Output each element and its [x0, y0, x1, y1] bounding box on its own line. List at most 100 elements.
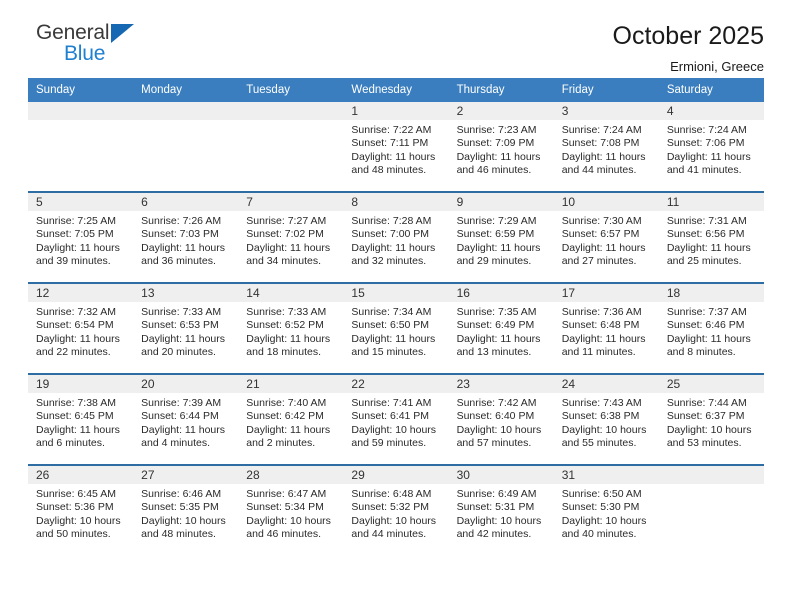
day-details: Sunrise: 7:23 AM Sunset: 7:09 PM Daylight:…	[449, 120, 554, 178]
daylight-text-line1: Daylight: 11 hours	[351, 332, 436, 345]
sunrise-text: Sunrise: 7:31 AM	[666, 215, 747, 227]
calendar-day-cell[interactable]: 27 Sunrise: 6:46 AM Sunset: 5:35 PM Dayligh…	[133, 464, 239, 555]
daylight-text-line2: and 29 minutes.	[456, 255, 532, 268]
daylight-text-line1: Daylight: 11 hours	[351, 241, 436, 254]
day-number: 1	[343, 102, 449, 120]
day-number	[133, 102, 239, 120]
calendar-day-cell[interactable]: 28 Sunrise: 6:47 AM Sunset: 5:34 PM Dayligh…	[238, 464, 344, 555]
calendar-day-cell[interactable]: 30 Sunrise: 6:49 AM Sunset: 5:31 PM Dayligh…	[448, 464, 554, 555]
calendar-day-cell[interactable]: 5 Sunrise: 7:25 AM Sunset: 7:05 PM Daylight…	[28, 191, 134, 283]
day-details: Sunrise: 7:41 AM Sunset: 6:41 PM Daylight:…	[343, 393, 448, 451]
calendar-day-cell[interactable]: 4 Sunrise: 7:24 AM Sunset: 7:06 PM Daylight…	[658, 102, 764, 192]
calendar-day-cell[interactable]: 3 Sunrise: 7:24 AM Sunset: 7:08 PM Daylight…	[553, 102, 659, 192]
generalblue-logo[interactable]: General Blue	[28, 22, 148, 74]
calendar-day-cell[interactable]: 12 Sunrise: 7:32 AM Sunset: 6:54 PM Dayligh…	[28, 282, 134, 374]
calendar-day-cell[interactable]: 19 Sunrise: 7:38 AM Sunset: 6:45 PM Dayligh…	[28, 373, 134, 465]
sunrise-text: Sunrise: 7:38 AM	[36, 397, 116, 409]
day-number: 17	[553, 284, 659, 302]
daylight-text-line2: and 57 minutes.	[456, 437, 532, 450]
daylight-text-line1: Daylight: 11 hours	[666, 241, 751, 254]
day-details: Sunrise: 7:28 AM Sunset: 7:00 PM Daylight:…	[343, 211, 448, 269]
sunrise-text: Sunrise: 7:33 AM	[141, 306, 222, 318]
daylight-text-line1: Daylight: 10 hours	[666, 423, 752, 436]
sunset-text: Sunset: 6:41 PM	[351, 410, 430, 423]
calendar-day-cell[interactable]: 20 Sunrise: 7:39 AM Sunset: 6:44 PM Dayligh…	[133, 373, 239, 465]
sunset-text: Sunset: 5:34 PM	[246, 501, 324, 514]
sunset-text: Sunset: 6:57 PM	[561, 228, 640, 241]
daylight-text-line2: and 44 minutes.	[561, 164, 637, 177]
daylight-text-line2: and 27 minutes.	[561, 255, 637, 268]
daylight-text-line2: and 41 minutes.	[666, 164, 742, 177]
day-number	[28, 102, 134, 120]
daylight-text-line2: and 36 minutes.	[141, 255, 216, 268]
logo-text-general: General	[36, 21, 110, 44]
daylight-text-line2: and 55 minutes.	[561, 437, 637, 450]
daylight-text-line2: and 59 minutes.	[351, 437, 427, 450]
day-number: 2	[448, 102, 554, 120]
day-number	[238, 102, 344, 120]
day-details: Sunrise: 6:49 AM Sunset: 5:31 PM Daylight:…	[449, 484, 554, 542]
calendar-day-cell[interactable]: 14 Sunrise: 7:33 AM Sunset: 6:52 PM Dayligh…	[238, 282, 344, 374]
daylight-text-line1: Daylight: 10 hours	[36, 514, 121, 527]
day-number: 3	[553, 102, 659, 120]
daylight-text-line1: Daylight: 10 hours	[351, 514, 437, 527]
sunrise-text: Sunrise: 6:50 AM	[561, 488, 642, 500]
calendar-day-cell[interactable]: 18 Sunrise: 7:37 AM Sunset: 6:46 PM Dayligh…	[658, 282, 764, 374]
daylight-text-line1: Daylight: 11 hours	[141, 241, 225, 254]
day-number: 15	[343, 284, 449, 302]
weekday-header: Sunday Monday Tuesday Wednesday Thursday…	[28, 78, 764, 102]
day-details: Sunrise: 7:39 AM Sunset: 6:44 PM Daylight:…	[133, 393, 238, 451]
calendar-day-cell[interactable]: 29 Sunrise: 6:48 AM Sunset: 5:32 PM Dayligh…	[343, 464, 449, 555]
calendar-day-cell[interactable]: 25 Sunrise: 7:44 AM Sunset: 6:37 PM Dayligh…	[658, 373, 764, 465]
sunrise-text: Sunrise: 7:43 AM	[561, 397, 642, 409]
calendar-day-cell[interactable]: 13 Sunrise: 7:33 AM Sunset: 6:53 PM Dayligh…	[133, 282, 239, 374]
day-number: 8	[343, 193, 449, 211]
calendar-day-cell[interactable]: 22 Sunrise: 7:41 AM Sunset: 6:41 PM Dayligh…	[343, 373, 449, 465]
sunrise-text: Sunrise: 6:46 AM	[141, 488, 222, 500]
daylight-text-line2: and 48 minutes.	[141, 528, 216, 541]
sunset-text: Sunset: 6:38 PM	[561, 410, 640, 423]
day-number: 31	[553, 466, 659, 484]
sunset-text: Sunset: 6:54 PM	[36, 319, 114, 332]
calendar-day-cell[interactable]: 23 Sunrise: 7:42 AM Sunset: 6:40 PM Dayligh…	[448, 373, 554, 465]
sunset-text: Sunset: 6:56 PM	[666, 228, 745, 241]
sunset-text: Sunset: 5:30 PM	[561, 501, 640, 514]
calendar-day-cell[interactable]: 7 Sunrise: 7:27 AM Sunset: 7:02 PM Daylight…	[238, 191, 344, 283]
sunset-text: Sunset: 6:52 PM	[246, 319, 324, 332]
daylight-text-line1: Daylight: 11 hours	[36, 332, 120, 345]
calendar-body: 1 Sunrise: 7:22 AM Sunset: 7:11 PM Daylight…	[28, 102, 764, 555]
calendar-day-cell[interactable]: 24 Sunrise: 7:43 AM Sunset: 6:38 PM Dayligh…	[553, 373, 659, 465]
calendar-day-cell[interactable]: 21 Sunrise: 7:40 AM Sunset: 6:42 PM Dayligh…	[238, 373, 344, 465]
sunset-text: Sunset: 6:42 PM	[246, 410, 324, 423]
sunrise-text: Sunrise: 7:35 AM	[456, 306, 537, 318]
calendar-day-cell[interactable]: 31 Sunrise: 6:50 AM Sunset: 5:30 PM Dayligh…	[553, 464, 659, 555]
day-details: Sunrise: 7:26 AM Sunset: 7:03 PM Daylight:…	[133, 211, 238, 269]
calendar-day-cell[interactable]: 17 Sunrise: 7:36 AM Sunset: 6:48 PM Dayligh…	[553, 282, 659, 374]
calendar-day-cell[interactable]: 10 Sunrise: 7:30 AM Sunset: 6:57 PM Dayligh…	[553, 191, 659, 283]
day-number: 25	[658, 375, 764, 393]
calendar-day-cell[interactable]: 9 Sunrise: 7:29 AM Sunset: 6:59 PM Daylight…	[448, 191, 554, 283]
day-number: 10	[553, 193, 659, 211]
sunset-text: Sunset: 6:37 PM	[666, 410, 745, 423]
daylight-text-line2: and 44 minutes.	[351, 528, 427, 541]
sunrise-text: Sunrise: 7:42 AM	[456, 397, 537, 409]
daylight-text-line2: and 46 minutes.	[246, 528, 321, 541]
calendar-day-cell[interactable]: 26 Sunrise: 6:45 AM Sunset: 5:36 PM Dayligh…	[28, 464, 134, 555]
sunrise-text: Sunrise: 7:28 AM	[351, 215, 432, 227]
calendar-day-cell[interactable]: 6 Sunrise: 7:26 AM Sunset: 7:03 PM Daylight…	[133, 191, 239, 283]
calendar-day-cell[interactable]: 2 Sunrise: 7:23 AM Sunset: 7:09 PM Daylight…	[448, 102, 554, 192]
calendar-day-cell[interactable]: 16 Sunrise: 7:35 AM Sunset: 6:49 PM Dayligh…	[448, 282, 554, 374]
calendar-day-cell[interactable]: 1 Sunrise: 7:22 AM Sunset: 7:11 PM Daylight…	[343, 102, 449, 192]
day-number: 20	[133, 375, 239, 393]
daylight-text-line2: and 13 minutes.	[456, 346, 532, 359]
calendar-day-cell[interactable]: 11 Sunrise: 7:31 AM Sunset: 6:56 PM Dayligh…	[658, 191, 764, 283]
calendar-cell-empty	[658, 464, 764, 555]
daylight-text-line2: and 25 minutes.	[666, 255, 742, 268]
calendar-week-row: 12 Sunrise: 7:32 AM Sunset: 6:54 PM Dayligh…	[28, 282, 764, 374]
calendar-day-cell[interactable]: 8 Sunrise: 7:28 AM Sunset: 7:00 PM Daylight…	[343, 191, 449, 283]
day-number: 18	[658, 284, 764, 302]
sunrise-text: Sunrise: 7:30 AM	[561, 215, 642, 227]
daylight-text-line1: Daylight: 11 hours	[246, 423, 331, 436]
calendar-day-cell[interactable]: 15 Sunrise: 7:34 AM Sunset: 6:50 PM Dayligh…	[343, 282, 449, 374]
day-number: 28	[238, 466, 344, 484]
